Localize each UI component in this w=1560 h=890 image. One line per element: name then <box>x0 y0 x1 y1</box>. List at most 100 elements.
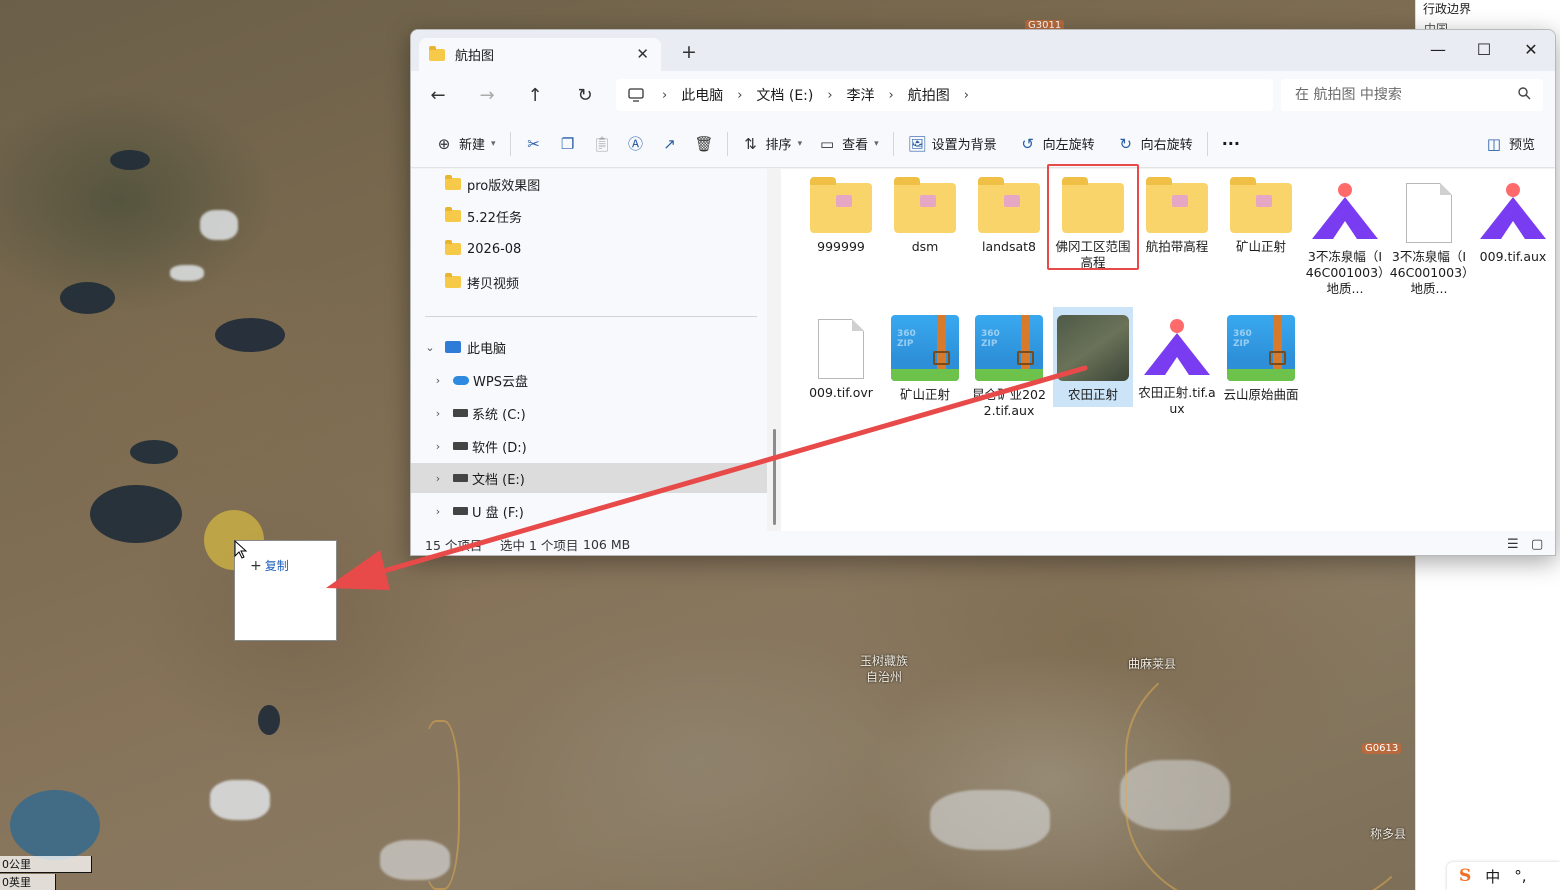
nav-item-drive[interactable]: › U 盘 (F:) <box>411 496 767 526</box>
file-item[interactable]: 矿山正射 <box>1221 177 1301 255</box>
file-item[interactable]: 360 ZIP 昆仑矿业2022.tif.aux <box>969 315 1049 419</box>
map-label-town: 称多县 <box>1370 827 1407 841</box>
chevron-right-icon[interactable]: › <box>731 88 748 103</box>
breadcrumb-this-pc[interactable]: 此电脑 <box>673 85 731 105</box>
trash-icon: 🗑︎ <box>694 134 714 153</box>
nav-item-quick-folder[interactable]: 2026-08 <box>411 234 767 264</box>
file-name: 农田正射 <box>1067 387 1118 402</box>
nav-item-label: 此电脑 <box>467 341 507 357</box>
nav-item-quick-folder[interactable]: 5.22任务 <box>411 201 767 231</box>
search-icon[interactable] <box>1518 87 1531 100</box>
nav-item-drive-selected[interactable]: › 文档 (E:) <box>411 463 767 493</box>
file-item[interactable]: 009.tif.aux <box>1473 183 1553 265</box>
chevron-right-icon[interactable]: › <box>431 407 445 420</box>
paste-button[interactable]: 📋︎ <box>585 128 619 160</box>
zip-archive-icon: 360 ZIP <box>1227 315 1295 381</box>
nav-item-drive[interactable]: › 软件 (D:) <box>411 431 767 461</box>
monitor-icon[interactable] <box>628 88 644 102</box>
folder-image-icon <box>978 177 1040 233</box>
breadcrumb[interactable]: › 此电脑 › 文档 (E:) › 李洋 › 航拍图 › <box>616 79 1273 111</box>
chevron-right-icon[interactable]: › <box>821 88 838 103</box>
nav-item-this-pc[interactable]: ⌄ 此电脑 <box>411 332 767 362</box>
nav-item-label: 系统 (C:) <box>472 407 526 423</box>
app-logo-icon <box>1144 319 1210 379</box>
layer-panel-title[interactable]: 行政边界 <box>1423 0 1471 17</box>
nav-item-drive[interactable]: › WPS云盘 <box>411 365 767 395</box>
set-background-button[interactable]: 🖼︎ 设置为背景 <box>900 128 1005 160</box>
rotate-right-button[interactable]: ↻ 向右旋转 <box>1109 128 1201 160</box>
tab-current-folder[interactable]: 航拍图 ✕ <box>419 38 661 71</box>
chevron-right-icon[interactable]: › <box>958 88 975 103</box>
close-tab-icon[interactable]: ✕ <box>636 45 649 63</box>
share-button[interactable]: ↗ <box>653 128 687 160</box>
delete-button[interactable]: 🗑︎ <box>687 128 721 160</box>
chevron-right-icon[interactable]: › <box>431 374 445 387</box>
file-item-selected[interactable]: 农田正射 <box>1053 307 1133 407</box>
minimize-button[interactable]: — <box>1415 34 1461 64</box>
close-window-button[interactable]: ✕ <box>1508 34 1554 64</box>
set-background-label: 设置为背景 <box>931 138 997 153</box>
file-item[interactable]: 999999 <box>801 177 881 255</box>
maximize-button[interactable]: ☐ <box>1461 34 1507 64</box>
forward-button[interactable]: → <box>473 83 501 107</box>
chevron-right-icon[interactable]: › <box>644 88 673 103</box>
file-item[interactable]: 农田正射.tif.aux <box>1137 319 1217 417</box>
details-view-icon[interactable]: ☰ <box>1507 537 1519 552</box>
breadcrumb-user-folder[interactable]: 李洋 <box>839 85 883 105</box>
ime-punctuation[interactable]: °, <box>1514 867 1526 885</box>
file-name: 矿山正射 <box>899 387 950 402</box>
file-item[interactable]: 航拍带高程 <box>1137 177 1217 255</box>
nav-item-drive[interactable]: › 系统 (C:) <box>411 398 767 428</box>
rotate-left-label: 向左旋转 <box>1042 138 1095 153</box>
file-item[interactable]: 360 ZIP 云山原始曲面 <box>1221 315 1301 403</box>
nav-item-quick-folder[interactable]: 拷贝视频 <box>411 267 767 297</box>
status-item-count: 15 个项目 <box>425 537 483 553</box>
divider <box>509 131 511 156</box>
file-item[interactable]: landsat8 <box>969 177 1049 255</box>
title-bar[interactable]: 航拍图 ✕ + — ☐ ✕ <box>411 30 1555 71</box>
chevron-down-icon[interactable]: ⌄ <box>423 341 437 354</box>
chevron-right-icon[interactable]: › <box>431 505 445 518</box>
new-button[interactable]: ⊕ 新建 ▾ <box>427 128 504 160</box>
sort-button[interactable]: ⇅ 排序 ▾ <box>734 128 811 160</box>
file-name: 009.tif.ovr <box>809 385 873 400</box>
sogou-icon[interactable]: S <box>1459 866 1471 886</box>
refresh-button[interactable]: ↻ <box>571 83 599 107</box>
chevron-right-icon[interactable]: › <box>431 472 445 485</box>
ime-mode[interactable]: 中 <box>1485 866 1500 887</box>
new-tab-button[interactable]: + <box>681 41 697 63</box>
file-item[interactable]: 009.tif.ovr <box>801 319 881 401</box>
file-item[interactable]: 360 ZIP 矿山正射 <box>885 315 965 403</box>
copy-button[interactable]: ❐ <box>551 128 585 160</box>
mouse-pointer-icon <box>234 540 248 559</box>
tiles-view-icon[interactable]: ▢ <box>1531 537 1543 552</box>
chevron-right-icon[interactable]: › <box>883 88 900 103</box>
more-options-button[interactable]: ··· <box>1214 128 1248 160</box>
highway-shield: G0613 <box>1362 743 1402 754</box>
file-explorer-window[interactable]: 航拍图 ✕ + — ☐ ✕ ← → ↑ ↻ › 此电脑 › 文档 (E:) › … <box>410 29 1556 556</box>
document-icon <box>1406 183 1452 243</box>
preview-pane-button[interactable]: ◫ 预览 <box>1477 128 1543 160</box>
copy-tooltip-label: 复制 <box>264 559 289 573</box>
rotate-left-button[interactable]: ↺ 向左旋转 <box>1011 128 1103 160</box>
breadcrumb-drive-e[interactable]: 文档 (E:) <box>748 85 821 105</box>
search-input[interactable] <box>1281 79 1543 111</box>
file-name: 昆仑矿业2022.tif.aux <box>972 387 1046 418</box>
file-list[interactable]: 999999 dsm landsat8 佛冈工区范围高程 航拍带高程 矿山正射 … <box>781 169 1555 531</box>
rename-button[interactable]: Ⓐ <box>619 128 653 160</box>
back-button[interactable]: ← <box>424 83 452 107</box>
chevron-right-icon[interactable]: › <box>431 440 445 453</box>
view-button[interactable]: ▭ 查看 ▾ <box>810 128 887 160</box>
file-item[interactable]: 3不冻泉幅（I46C001003）地质... <box>1389 183 1469 297</box>
drive-icon <box>453 507 468 515</box>
breadcrumb-current-folder[interactable]: 航拍图 <box>900 85 958 105</box>
file-item[interactable]: dsm <box>885 177 965 255</box>
navigation-pane[interactable]: pro版效果图 5.22任务 2026-08 拷贝视频 ⌄ 此电脑 › WPS云… <box>411 169 776 531</box>
scrollbar[interactable] <box>773 429 776 525</box>
cut-button[interactable]: ✂ <box>517 128 551 160</box>
file-item[interactable]: 3不冻泉幅（I46C001003）地质... <box>1305 183 1385 297</box>
status-selected-count: 选中 1 个项目 <box>500 537 579 553</box>
up-button[interactable]: ↑ <box>521 83 549 107</box>
ime-toolbar[interactable]: S 中 °, <box>1447 862 1560 890</box>
nav-item-quick-folder[interactable]: pro版效果图 <box>411 169 767 199</box>
